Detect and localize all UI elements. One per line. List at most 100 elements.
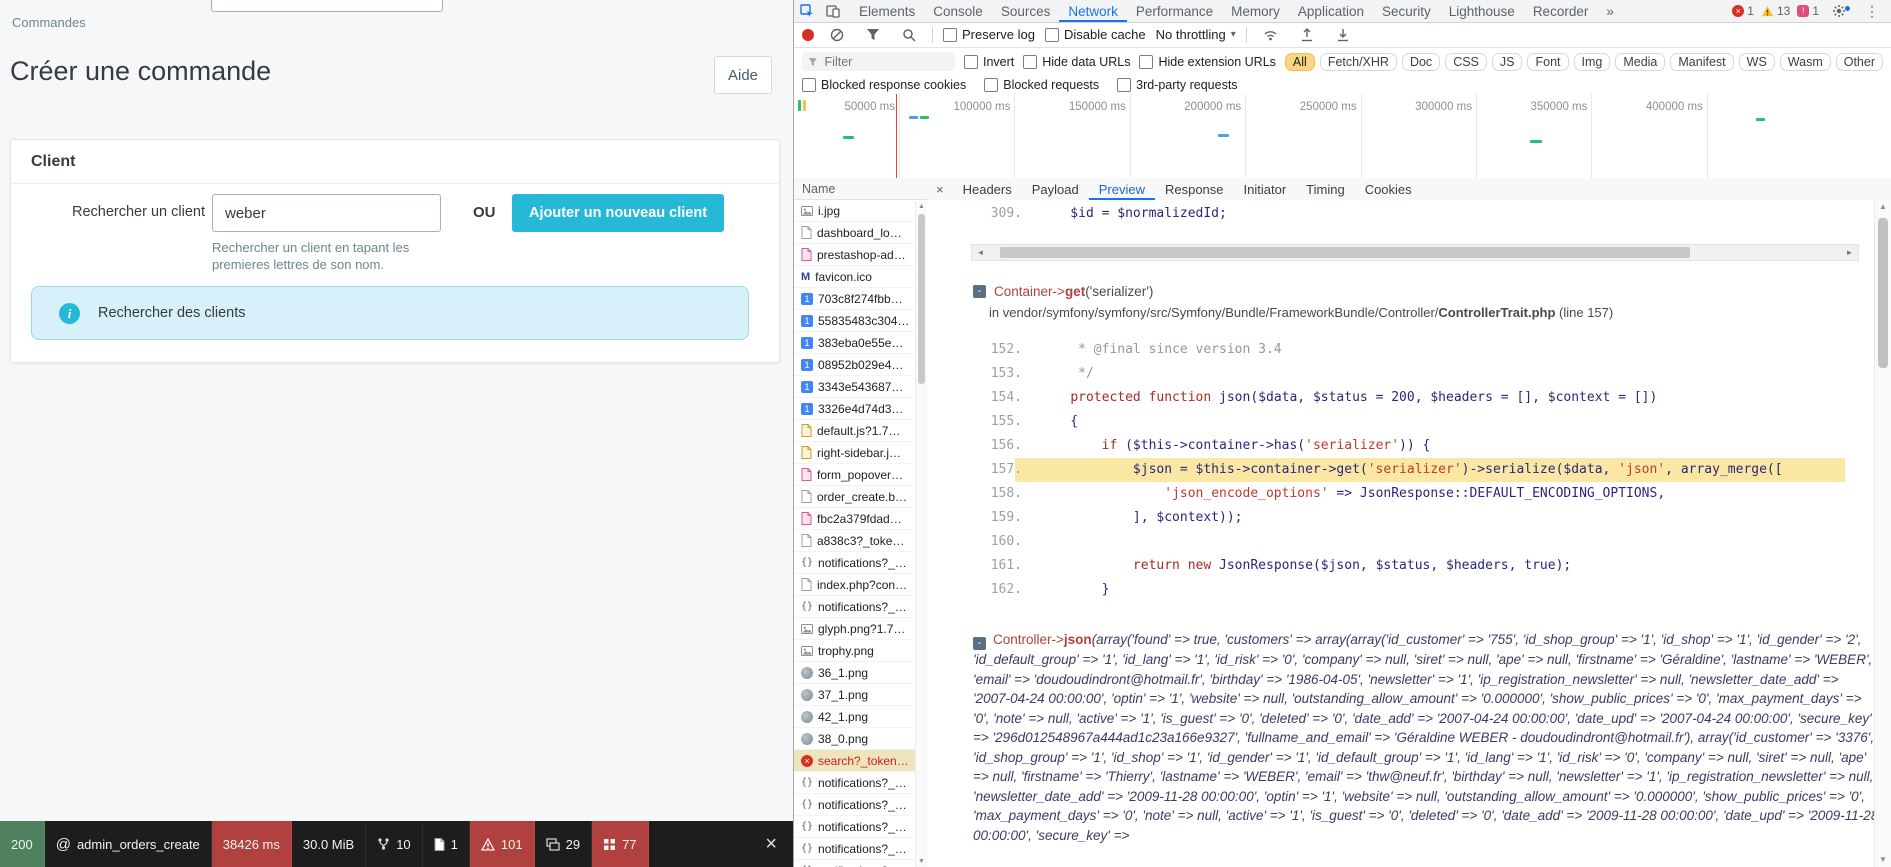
disable-cache-checkbox[interactable]: Disable cache — [1044, 27, 1146, 42]
network-request-row[interactable]: Mfavicon.ico — [794, 266, 927, 288]
network-request-row[interactable]: i.jpg — [794, 200, 927, 222]
inspect-element-icon[interactable] — [794, 4, 820, 18]
filter-chip-doc[interactable]: Doc — [1401, 52, 1441, 71]
scroll-up-icon[interactable]: ▲ — [1875, 200, 1891, 214]
blocked-requests-checkbox[interactable]: Blocked requests — [984, 77, 1099, 92]
detail-tab-payload[interactable]: Payload — [1022, 178, 1089, 200]
network-request-row[interactable]: {}notifications?_… — [794, 772, 927, 794]
network-request-row[interactable]: fbc2a379fdad… — [794, 508, 927, 530]
vertical-scrollbar[interactable]: ▲ ▼ — [1874, 200, 1891, 867]
network-request-row[interactable]: {}notifications?_… — [794, 860, 927, 867]
network-request-row[interactable]: a838c3?_toke… — [794, 530, 927, 552]
device-toolbar-icon[interactable] — [820, 4, 846, 18]
collapse-toggle-icon[interactable]: - — [973, 285, 986, 298]
devtools-tab-network[interactable]: Network — [1059, 0, 1127, 22]
devtools-tab-security[interactable]: Security — [1373, 0, 1440, 22]
hide-data-urls-checkbox[interactable]: Hide data URLs — [1023, 54, 1130, 69]
clear-network-log-icon[interactable] — [824, 28, 850, 42]
network-request-row[interactable]: glyph.png?1.7… — [794, 618, 927, 640]
add-new-client-button[interactable]: Ajouter un nouveau client — [512, 194, 725, 232]
detail-tab-timing[interactable]: Timing — [1296, 178, 1355, 200]
toolbar-block-time[interactable]: 38426 ms — [211, 821, 292, 867]
network-request-row[interactable]: {}notifications?_… — [794, 838, 927, 860]
close-request-icon[interactable]: × — [927, 182, 953, 197]
devtools-tab-lighthouse[interactable]: Lighthouse — [1440, 0, 1524, 22]
devtools-tab-application[interactable]: Application — [1289, 0, 1373, 22]
network-request-row[interactable]: 36_1.png — [794, 662, 927, 684]
network-request-row[interactable]: {}notifications?_… — [794, 552, 927, 574]
network-request-row[interactable]: 1 08952b029e4… — [794, 354, 927, 376]
request-list-scrollbar[interactable]: ▲ ▼ — [915, 201, 927, 867]
help-button[interactable]: Aide — [714, 56, 772, 94]
import-har-icon[interactable] — [1294, 27, 1320, 42]
devtools-tab-memory[interactable]: Memory — [1222, 0, 1289, 22]
network-request-row[interactable]: 42_1.png — [794, 706, 927, 728]
toolbar-block-logs[interactable]: 101 — [469, 821, 535, 867]
header-search-field-partial[interactable] — [211, 0, 443, 12]
network-request-row[interactable]: 1 703c8f274fbb… — [794, 288, 927, 310]
devtools-tab-console[interactable]: Console — [924, 0, 992, 22]
detail-tab-preview[interactable]: Preview — [1089, 178, 1155, 200]
filter-chip-wasm[interactable]: Wasm — [1779, 52, 1831, 71]
filter-chip-all[interactable]: All — [1284, 52, 1315, 71]
issues-badge[interactable]: ! 1 — [1797, 4, 1819, 18]
network-request-row[interactable]: 37_1.png — [794, 684, 927, 706]
horizontal-scrollbar[interactable]: ◄ ► — [971, 244, 1859, 261]
network-overview-timeline[interactable]: 50000 ms 100000 ms 150000 ms 200000 ms 25000… — [794, 94, 1891, 179]
filter-chip-js[interactable]: JS — [1491, 52, 1523, 71]
network-request-row[interactable]: 38_0.png — [794, 728, 927, 750]
network-request-row[interactable]: trophy.png — [794, 640, 927, 662]
filter-chip-img[interactable]: Img — [1573, 52, 1611, 71]
more-options-icon[interactable]: ⋮ — [1859, 3, 1885, 20]
network-conditions-icon[interactable] — [1257, 29, 1284, 41]
more-tabs-button[interactable]: » — [1597, 0, 1623, 22]
search-icon[interactable] — [896, 28, 922, 42]
detail-tab-initiator[interactable]: Initiator — [1234, 178, 1297, 200]
throttling-select[interactable]: No throttling ▾ — [1156, 27, 1236, 42]
network-request-row[interactable]: dashboard_lo… — [794, 222, 927, 244]
filter-chip-media[interactable]: Media — [1615, 52, 1666, 71]
toolbar-block-route[interactable]: @ admin_orders_create — [45, 821, 212, 867]
filter-chip-other[interactable]: Other — [1835, 52, 1883, 71]
collapse-toggle-icon[interactable]: - — [973, 637, 986, 650]
devtools-tab-recorder[interactable]: Recorder — [1524, 0, 1598, 22]
scrollbar-thumb[interactable] — [1000, 247, 1690, 258]
client-search-input[interactable] — [212, 194, 441, 232]
detail-tab-cookies[interactable]: Cookies — [1355, 178, 1422, 200]
toolbar-block-requests[interactable]: 1 — [423, 821, 470, 867]
network-request-row[interactable]: {}notifications?_… — [794, 794, 927, 816]
network-request-row[interactable]: × search?_token… — [794, 750, 927, 772]
network-request-row[interactable]: {}notifications?_… — [794, 816, 927, 838]
network-request-row[interactable]: default.js?1.7… — [794, 420, 927, 442]
network-request-row[interactable]: 1 55835483c304… — [794, 310, 927, 332]
devtools-tab-performance[interactable]: Performance — [1127, 0, 1222, 22]
network-request-row[interactable]: 1 383eba0e55e… — [794, 332, 927, 354]
3rd-party-requests-checkbox[interactable]: 3rd-party requests — [1117, 77, 1238, 92]
network-request-row[interactable]: 1 3343e543687… — [794, 376, 927, 398]
scrollbar-thumb[interactable] — [918, 214, 925, 384]
scroll-left-icon[interactable]: ◄ — [972, 245, 989, 260]
blocked-response-cookies-checkbox[interactable]: Blocked response cookies — [802, 77, 966, 92]
scroll-right-icon[interactable]: ► — [1841, 245, 1858, 260]
filter-chip-css[interactable]: CSS — [1445, 52, 1487, 71]
toolbar-block-status[interactable]: 200 — [0, 821, 45, 867]
toolbar-block-forms[interactable]: 10 — [366, 821, 423, 867]
name-column-header[interactable]: Name — [794, 178, 927, 200]
filter-toggle-icon[interactable] — [860, 28, 886, 41]
record-button[interactable] — [802, 28, 814, 41]
hide-extension-urls-checkbox[interactable]: Hide extension URLs — [1139, 54, 1276, 69]
devtools-tab-elements[interactable]: Elements — [850, 0, 924, 22]
filter-chip-ws[interactable]: WS — [1738, 52, 1775, 71]
toolbar-block-twig[interactable]: 77 — [592, 821, 649, 867]
devtools-tab-sources[interactable]: Sources — [992, 0, 1060, 22]
warnings-badge[interactable]: 13 — [1761, 4, 1790, 18]
network-request-row[interactable]: index.php?con… — [794, 574, 927, 596]
filter-input[interactable] — [822, 53, 949, 70]
settings-gear-icon[interactable] — [1826, 4, 1852, 18]
errors-badge[interactable]: × 1 — [1732, 4, 1754, 18]
filter-chip-fetch-xhr[interactable]: Fetch/XHR — [1319, 52, 1397, 71]
filter-chip-manifest[interactable]: Manifest — [1670, 52, 1734, 71]
network-request-row[interactable]: 1 3326e4d74d3… — [794, 398, 927, 420]
scroll-up-icon[interactable]: ▲ — [916, 201, 927, 212]
filter-chip-font[interactable]: Font — [1527, 52, 1569, 71]
